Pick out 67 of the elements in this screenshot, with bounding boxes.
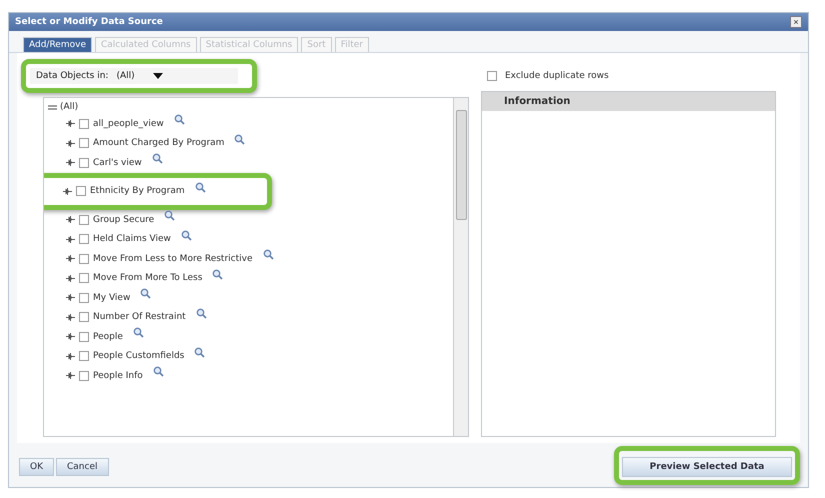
tree-item-label[interactable]: People [93, 332, 123, 342]
search-icon[interactable] [164, 210, 176, 222]
preview-button[interactable]: Preview Selected Data [622, 456, 792, 476]
caret-icon [152, 73, 163, 79]
search-icon[interactable] [194, 182, 206, 193]
search-icon[interactable] [174, 114, 185, 126]
search-icon[interactable] [152, 366, 164, 378]
tree-item-label[interactable]: Move From More To Less [93, 273, 202, 284]
checkbox[interactable] [79, 214, 89, 225]
expand-icon[interactable] [66, 274, 75, 283]
expand-icon[interactable] [66, 293, 75, 302]
expand-icon[interactable] [66, 312, 75, 322]
panel-header: Information [482, 92, 775, 111]
tree-item-label[interactable]: Group Secure [93, 214, 154, 225]
checkbox[interactable] [79, 118, 89, 129]
search-icon[interactable] [152, 153, 163, 164]
expand-icon[interactable] [66, 119, 75, 128]
expand-icon[interactable] [66, 371, 75, 380]
expand-icon[interactable] [66, 234, 75, 244]
expand-icon[interactable] [66, 138, 75, 148]
checkbox[interactable] [79, 234, 89, 244]
expand-icon[interactable] [66, 215, 75, 224]
expand-icon[interactable] [63, 186, 72, 196]
tree-item-label[interactable]: Held Claims View [93, 234, 171, 244]
tree-item-label[interactable]: Number Of Restraint [93, 312, 186, 322]
checkbox[interactable] [79, 273, 89, 284]
close-button[interactable]: × [790, 16, 802, 28]
data-objects-dropdown[interactable]: (All) [116, 71, 163, 81]
checkbox[interactable] [79, 370, 89, 381]
tree-item-label[interactable]: all_people_view [93, 118, 164, 129]
tree-item-label[interactable]: Carl's view [93, 158, 142, 168]
window-title: Select or Modify Data Source [15, 17, 163, 27]
tab[interactable]: Add/Remove [23, 37, 92, 52]
collapse-icon[interactable] [48, 102, 57, 112]
search-icon[interactable] [262, 249, 274, 260]
checkbox[interactable] [79, 312, 89, 322]
search-icon[interactable] [140, 288, 152, 300]
search-icon[interactable] [180, 230, 192, 241]
checkbox[interactable] [487, 71, 497, 81]
dropdown-label: Data Objects in: [36, 71, 108, 81]
dialog-button[interactable]: OK [19, 458, 54, 476]
search-icon[interactable] [132, 327, 144, 338]
expand-icon[interactable] [66, 158, 75, 168]
tree-item-label[interactable]: People Info [93, 370, 143, 381]
search-icon[interactable] [194, 346, 206, 358]
tree-item-label[interactable]: My View [93, 292, 130, 303]
checkbox-label: Exclude duplicate rows [505, 71, 609, 81]
tree-item-label[interactable]: Ethnicity By Program [90, 186, 185, 196]
expand-icon[interactable] [66, 254, 75, 264]
tree-item-label[interactable]: Amount Charged By Program [93, 138, 224, 148]
checkbox[interactable] [79, 332, 89, 342]
search-icon[interactable] [234, 134, 246, 145]
search-icon[interactable] [196, 308, 207, 319]
checkbox[interactable] [76, 186, 86, 196]
checkbox[interactable] [79, 292, 89, 303]
checkbox[interactable] [79, 351, 89, 362]
tree-item-label[interactable]: People Customfields [93, 351, 184, 362]
dialog-button[interactable]: Cancel [56, 458, 108, 476]
expand-icon[interactable] [66, 332, 75, 342]
search-icon[interactable] [212, 268, 224, 280]
checkbox[interactable] [79, 138, 89, 148]
checkbox[interactable] [79, 254, 89, 264]
tree-item-label[interactable]: Move From Less to More Restrictive [93, 254, 252, 264]
tree-root-label[interactable]: (All) [60, 102, 78, 112]
expand-icon[interactable] [66, 352, 75, 361]
checkbox[interactable] [79, 158, 89, 168]
scrollbar[interactable] [453, 98, 468, 436]
